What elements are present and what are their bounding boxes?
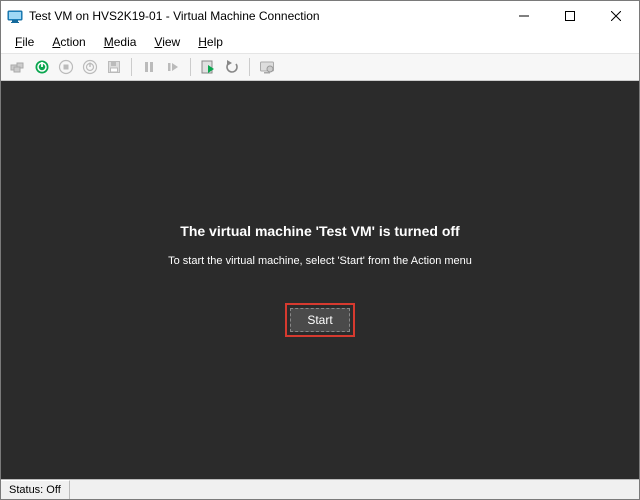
maximize-button[interactable] [547, 1, 593, 31]
menubar: File Action Media View Help [1, 31, 639, 53]
start-button-highlight: Start [285, 303, 354, 337]
stop-icon [58, 59, 74, 75]
revert-toolbar-button[interactable] [221, 56, 243, 78]
power-off-icon [82, 59, 98, 75]
toolbar-separator [190, 58, 191, 76]
window-controls [501, 1, 639, 31]
enhanced-session-icon [259, 59, 275, 75]
titlebar: Test VM on HVS2K19-01 - Virtual Machine … [1, 1, 639, 31]
toolbar-separator [249, 58, 250, 76]
menu-file[interactable]: File [7, 33, 42, 51]
menu-view[interactable]: View [146, 33, 188, 51]
vm-off-subtext: To start the virtual machine, select 'St… [168, 255, 472, 267]
app-window: Test VM on HVS2K19-01 - Virtual Machine … [0, 0, 640, 500]
toolbar-separator [131, 58, 132, 76]
reset-icon [165, 59, 181, 75]
reset-toolbar-button [162, 56, 184, 78]
checkpoint-toolbar-button[interactable] [197, 56, 219, 78]
close-button[interactable] [593, 1, 639, 31]
minimize-button[interactable] [501, 1, 547, 31]
statusbar: Status: Off [1, 479, 639, 499]
pause-icon [141, 59, 157, 75]
start-toolbar-button[interactable] [31, 56, 53, 78]
ctrl-alt-del-icon [10, 59, 26, 75]
power-on-icon [34, 59, 50, 75]
shutdown-toolbar-button [79, 56, 101, 78]
pause-toolbar-button [138, 56, 160, 78]
enhanced-session-toolbar-button [256, 56, 278, 78]
menu-media[interactable]: Media [96, 33, 145, 51]
status-text: Status: Off [1, 480, 70, 499]
toolbar [1, 53, 639, 81]
vm-off-heading: The virtual machine 'Test VM' is turned … [180, 223, 459, 239]
maximize-icon [565, 11, 575, 21]
ctrl-alt-del-button [7, 56, 29, 78]
save-icon [106, 59, 122, 75]
vm-display-area: The virtual machine 'Test VM' is turned … [1, 81, 639, 479]
save-toolbar-button [103, 56, 125, 78]
checkpoint-icon [200, 59, 216, 75]
window-title: Test VM on HVS2K19-01 - Virtual Machine … [29, 9, 501, 23]
close-icon [611, 11, 621, 21]
app-icon [7, 8, 23, 24]
minimize-icon [519, 11, 529, 21]
start-button[interactable]: Start [290, 308, 349, 332]
menu-help[interactable]: Help [190, 33, 231, 51]
menu-action[interactable]: Action [44, 33, 93, 51]
turn-off-toolbar-button [55, 56, 77, 78]
revert-icon [224, 59, 240, 75]
